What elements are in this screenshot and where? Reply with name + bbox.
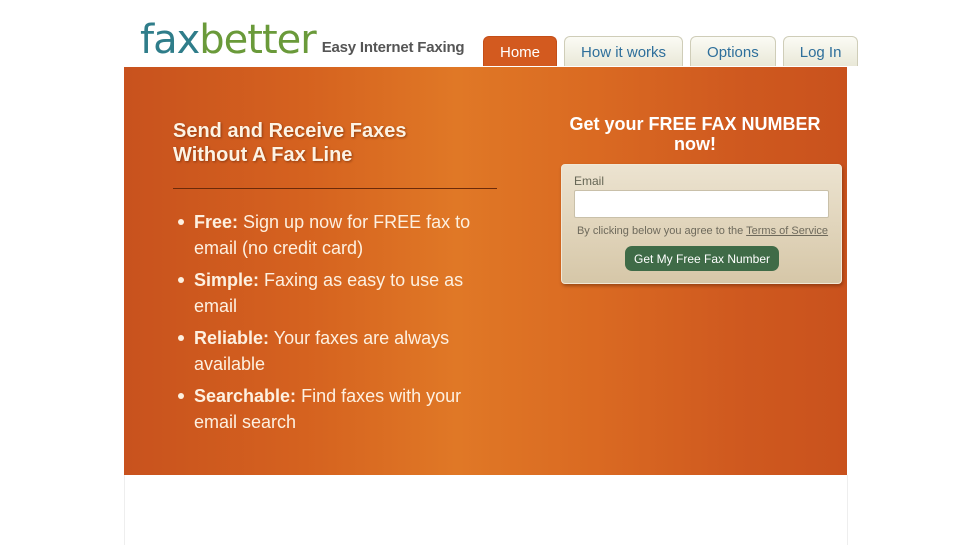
- feature-item-simple: Simple: Faxing as easy to use as email: [173, 267, 493, 319]
- feature-item-searchable: Searchable: Find faxes with your email s…: [173, 383, 493, 435]
- page: faxbetter Easy Internet Faxing Home How …: [0, 0, 970, 545]
- feature-item-reliable: Reliable: Your faxes are always availabl…: [173, 325, 493, 377]
- terms-of-service-link[interactable]: Terms of Service: [746, 225, 828, 237]
- logo-tagline: Easy Internet Faxing: [321, 39, 465, 56]
- tab-how-it-works[interactable]: How it works: [564, 36, 684, 66]
- hero-divider: [173, 188, 497, 189]
- hero-banner: Send and Receive Faxes Without A Fax Lin…: [124, 67, 847, 475]
- feature-item-free: Free: Sign up now for FREE fax to email …: [173, 209, 493, 261]
- signup-form: Email By clicking below you agree to the…: [561, 164, 842, 284]
- hero-title: Send and Receive Faxes Without A Fax Lin…: [173, 120, 407, 166]
- logo-wordmark-better: better: [199, 17, 316, 63]
- get-free-fax-number-button[interactable]: Get My Free Fax Number: [625, 246, 779, 271]
- email-label: Email: [574, 174, 605, 188]
- bullet-icon: [178, 335, 184, 341]
- feature-list: Free: Sign up now for FREE fax to email …: [173, 209, 493, 441]
- logo-wordmark: faxbetter: [140, 17, 317, 63]
- bullet-icon: [178, 393, 184, 399]
- feature-label: Free:: [194, 212, 239, 232]
- terms-notice-text: By clicking below you agree to the: [576, 225, 744, 237]
- feature-label: Searchable:: [194, 386, 297, 406]
- main-nav-tabs: Home How it works Options Log In: [483, 36, 859, 67]
- bullet-icon: [178, 219, 184, 225]
- terms-notice: By clicking below you agree to the Terms…: [562, 225, 843, 237]
- tab-log-in[interactable]: Log In: [782, 36, 859, 66]
- email-field[interactable]: [574, 190, 829, 218]
- content-area: [124, 475, 848, 545]
- faxbetter-logo[interactable]: faxbetter Easy Internet Faxing: [140, 12, 465, 63]
- logo-wordmark-fax: fax: [140, 17, 200, 63]
- bullet-icon: [178, 277, 184, 283]
- signup-title: Get your FREE FAX NUMBER now!: [569, 114, 821, 154]
- tab-options[interactable]: Options: [690, 36, 776, 66]
- tab-home[interactable]: Home: [483, 36, 558, 66]
- feature-label: Simple:: [194, 270, 260, 290]
- feature-label: Reliable:: [194, 328, 270, 348]
